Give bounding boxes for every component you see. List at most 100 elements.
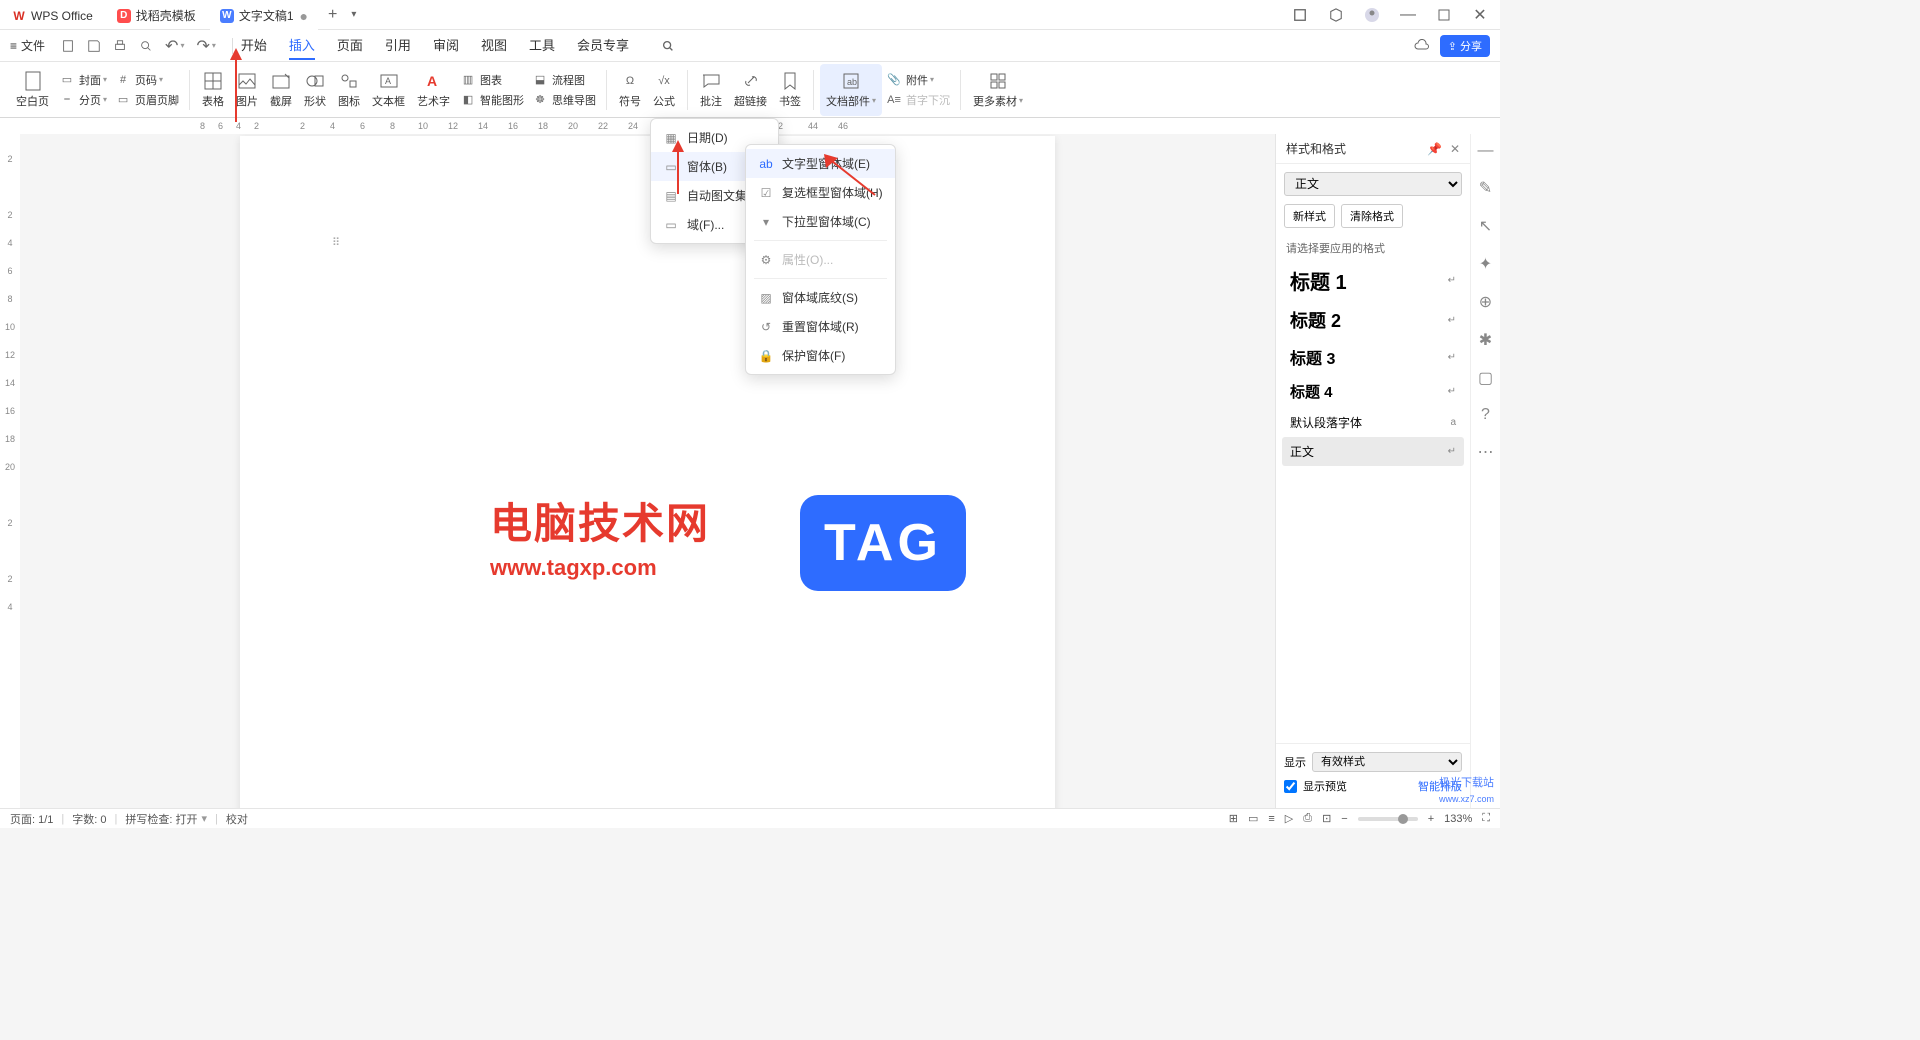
help-icon[interactable]: ?	[1481, 406, 1490, 424]
table-button[interactable]: 表格	[196, 64, 230, 116]
page[interactable]: ⠿	[240, 136, 1055, 808]
chevron-down-icon[interactable]: ▾	[201, 812, 207, 825]
docpart-button[interactable]: ab文档部件▾	[820, 64, 882, 116]
more-icon[interactable]: ⋯	[1478, 442, 1494, 462]
tab-reference[interactable]: 引用	[385, 31, 411, 60]
pin-icon[interactable]: 📌	[1427, 142, 1442, 156]
style-normal[interactable]: 正文↵	[1282, 437, 1464, 466]
expand-icon[interactable]: ⛶	[1482, 812, 1490, 825]
menu-text-form[interactable]: ab文字型窗体域(E)	[746, 149, 895, 178]
pen-icon[interactable]: ✎	[1479, 178, 1492, 198]
pagenum-button[interactable]: #页码▾	[111, 71, 183, 89]
screenshot-button[interactable]: 截屏	[264, 64, 298, 116]
preview-checkbox[interactable]	[1284, 780, 1297, 793]
compass-icon[interactable]: ⊕	[1479, 292, 1492, 312]
avatar-icon[interactable]	[1360, 3, 1384, 27]
view2-icon[interactable]: ▭	[1248, 812, 1258, 825]
undo-button[interactable]: ↶▾	[165, 36, 184, 56]
tab-review[interactable]: 审阅	[433, 31, 459, 60]
minimize-button[interactable]: ―	[1396, 3, 1420, 27]
close-panel-icon[interactable]: ✕	[1450, 142, 1460, 156]
sparkle-icon[interactable]: ✦	[1479, 254, 1492, 274]
view3-icon[interactable]: ≡	[1268, 813, 1274, 825]
tab-home[interactable]: W WPS Office	[2, 2, 103, 30]
redo-button[interactable]: ↷▾	[196, 36, 215, 56]
style-h3[interactable]: 标题 3↵	[1282, 339, 1464, 375]
search-button[interactable]	[661, 39, 675, 53]
collapse-icon[interactable]: —	[1478, 142, 1494, 160]
reader-icon[interactable]	[1288, 3, 1312, 27]
menu-checkbox-form[interactable]: ☑复选框型窗体域(H)	[746, 178, 895, 207]
style-default-para[interactable]: 默认段落字体a	[1282, 408, 1464, 437]
menu-protect[interactable]: 🔒保护窗体(F)	[746, 341, 895, 370]
style-h2[interactable]: 标题 2↵	[1282, 301, 1464, 339]
new-button[interactable]	[61, 39, 75, 53]
tab-member[interactable]: 会员专享	[577, 31, 629, 60]
chart-button[interactable]: ▥图表	[456, 71, 528, 89]
menu-dropdown-form[interactable]: ▾下拉型窗体域(C)	[746, 207, 895, 236]
clear-format-button[interactable]: 清除格式	[1341, 204, 1403, 228]
zoom-level[interactable]: 133%	[1444, 813, 1472, 825]
mindmap-button[interactable]: ☸思维导图	[528, 91, 600, 109]
style-h1[interactable]: 标题 1↵	[1282, 260, 1464, 301]
new-style-button[interactable]: 新样式	[1284, 204, 1335, 228]
ruler-vertical[interactable]: 22468101214161820224	[0, 134, 20, 808]
textbox-button[interactable]: A文本框	[366, 64, 411, 116]
equation-button[interactable]: √x公式	[647, 64, 681, 116]
icon-button[interactable]: 图标	[332, 64, 366, 116]
fit-icon[interactable]: ⊡	[1322, 812, 1331, 825]
cloud-icon[interactable]	[1414, 39, 1430, 53]
flowchart-button[interactable]: ⬓流程图	[528, 71, 600, 89]
document-area[interactable]: ⠿	[20, 134, 1275, 808]
attachment-button[interactable]: 📎附件▾	[882, 71, 954, 89]
file-menu[interactable]: ≡ 文件	[10, 37, 45, 54]
tab-menu-button[interactable]: ▾	[345, 9, 362, 20]
print-preview-button[interactable]	[139, 39, 153, 53]
page-indicator[interactable]: 页面: 1/1	[10, 811, 53, 827]
spellcheck-status[interactable]: 拼写检查: 打开	[125, 811, 197, 827]
tab-document[interactable]: W 文字文稿1 ●	[210, 2, 318, 30]
cube-icon[interactable]	[1324, 3, 1348, 27]
style-h4[interactable]: 标题 4↵	[1282, 375, 1464, 408]
bookmark-button[interactable]: 书签	[773, 64, 807, 116]
proofing[interactable]: 校对	[226, 811, 248, 827]
cursor-icon[interactable]: ↖	[1479, 216, 1492, 236]
menu-shading[interactable]: ▨窗体域底纹(S)	[746, 283, 895, 312]
print-button[interactable]	[113, 39, 127, 53]
cover-button[interactable]: ▭封面▾	[55, 71, 111, 89]
shape-button[interactable]: 形状	[298, 64, 332, 116]
save-button[interactable]	[87, 39, 101, 53]
comment-button[interactable]: 批注	[694, 64, 728, 116]
picture-button[interactable]: 图片	[230, 64, 264, 116]
menu-reset[interactable]: ↺重置窗体域(R)	[746, 312, 895, 341]
wordart-button[interactable]: A艺术字	[411, 64, 456, 116]
dropcap-button[interactable]: A≡首字下沉	[882, 91, 954, 109]
view1-icon[interactable]: ⊞	[1229, 812, 1238, 825]
more-materials-button[interactable]: 更多素材▾	[967, 64, 1029, 116]
tab-start[interactable]: 开始	[241, 31, 267, 60]
current-style-select[interactable]: 正文	[1284, 172, 1462, 196]
maximize-button[interactable]	[1432, 3, 1456, 27]
view5-icon[interactable]: ⎙	[1303, 812, 1312, 825]
smartart-button[interactable]: ◧智能图形	[456, 91, 528, 109]
headerfooter-button[interactable]: ▭页眉页脚	[111, 91, 183, 109]
share-button[interactable]: ⇪ 分享	[1440, 35, 1490, 57]
zoom-slider[interactable]	[1358, 817, 1418, 821]
hyperlink-button[interactable]: 超链接	[728, 64, 773, 116]
tab-insert[interactable]: 插入	[289, 31, 315, 60]
paging-button[interactable]: ⎯分页▾	[55, 91, 111, 109]
tab-page[interactable]: 页面	[337, 31, 363, 60]
blank-page-button[interactable]: 空白页	[10, 64, 55, 116]
view4-icon[interactable]: ▷	[1285, 812, 1293, 825]
zoom-in-button[interactable]: +	[1428, 813, 1434, 825]
tab-close-icon[interactable]: ●	[300, 8, 308, 24]
tab-templates[interactable]: D 找稻壳模板	[107, 2, 206, 30]
pin2-icon[interactable]: ✱	[1479, 330, 1492, 350]
tab-view[interactable]: 视图	[481, 31, 507, 60]
tab-add-button[interactable]: +	[320, 6, 345, 24]
close-button[interactable]: ✕	[1468, 3, 1492, 27]
smart-format-link[interactable]: 智能排版	[1418, 778, 1462, 794]
symbol-button[interactable]: Ω符号	[613, 64, 647, 116]
zoom-out-button[interactable]: −	[1341, 813, 1347, 825]
show-select[interactable]: 有效样式	[1312, 752, 1462, 772]
